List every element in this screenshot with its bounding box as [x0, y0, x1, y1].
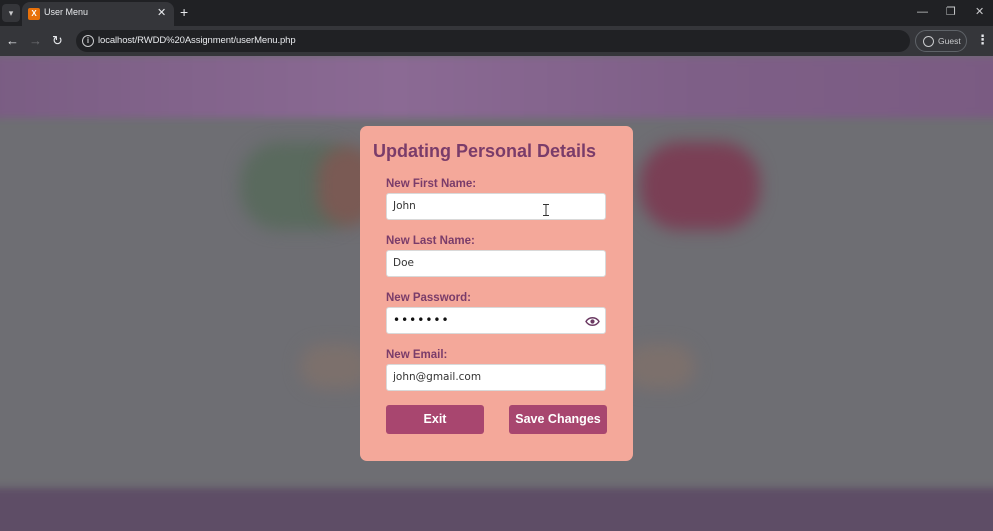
- update-details-modal: Updating Personal Details New First Name…: [360, 126, 633, 461]
- minimize-icon[interactable]: —: [917, 5, 928, 19]
- forward-icon[interactable]: →: [29, 33, 42, 48]
- blurred-card: [640, 142, 760, 230]
- new-tab-icon[interactable]: +: [180, 4, 188, 20]
- more-menu-icon[interactable]: ⋮: [976, 32, 989, 48]
- password-input[interactable]: •••••••: [386, 307, 606, 334]
- profile-icon: [923, 36, 934, 47]
- browser-tab[interactable]: X User Menu ✕: [22, 2, 174, 26]
- tab-title: User Menu: [44, 7, 89, 17]
- browser-toolbar: ← → ↻ i localhost/RWDD%20Assignment/user…: [0, 26, 993, 56]
- last-name-input[interactable]: Doe: [386, 250, 606, 277]
- blurred-navbar: [0, 56, 993, 118]
- site-info-icon[interactable]: i: [82, 35, 94, 47]
- email-label: New Email:: [386, 349, 448, 361]
- show-password-eye-icon[interactable]: [585, 316, 600, 327]
- url-text[interactable]: localhost/RWDD%20Assignment/userMenu.php: [98, 35, 296, 46]
- tab-close-icon[interactable]: ✕: [157, 6, 166, 20]
- exit-button[interactable]: Exit: [386, 405, 484, 434]
- tab-list-icon[interactable]: ▾: [2, 4, 20, 22]
- restore-icon[interactable]: ❐: [946, 5, 956, 19]
- text-cursor-icon: [543, 204, 549, 216]
- close-window-icon[interactable]: ✕: [975, 5, 984, 19]
- favicon-icon: X: [28, 8, 40, 20]
- back-icon[interactable]: ←: [6, 33, 19, 48]
- first-name-input[interactable]: John: [386, 193, 606, 220]
- blurred-button: [625, 344, 695, 389]
- blurred-footer: [0, 488, 993, 531]
- last-name-label: New Last Name:: [386, 235, 475, 247]
- browser-tab-strip: ▾ X User Menu ✕ + — ❐ ✕: [0, 0, 993, 26]
- first-name-label: New First Name:: [386, 178, 477, 190]
- email-input[interactable]: john@gmail.com: [386, 364, 606, 391]
- reload-icon[interactable]: ↻: [52, 33, 63, 48]
- password-label: New Password:: [386, 292, 471, 304]
- modal-title: Updating Personal Details: [373, 141, 597, 161]
- profile-button[interactable]: Guest: [915, 30, 967, 52]
- save-changes-button[interactable]: Save Changes: [509, 405, 607, 434]
- address-bar[interactable]: i localhost/RWDD%20Assignment/userMenu.p…: [76, 30, 910, 52]
- profile-label: Guest: [938, 36, 961, 46]
